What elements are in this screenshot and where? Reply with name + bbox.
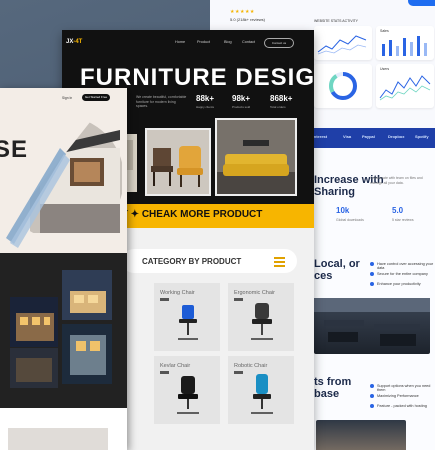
bullet-text: Support options when you need them: [377, 384, 431, 392]
nav-contact[interactable]: Contact: [242, 40, 255, 44]
footer-photo: [8, 428, 108, 450]
hero-description: We create beautiful, comfortable furnitu…: [136, 95, 187, 108]
architecture-footer: [0, 408, 127, 450]
architecture-page: Sign In Get Started Free SE: [0, 88, 127, 450]
section-heading: Sharing: [314, 186, 355, 198]
stat-value: 5.0: [392, 206, 404, 215]
category-title: CATEGORY BY PRODUCT: [142, 257, 242, 266]
nav-blog[interactable]: Blog: [224, 40, 232, 44]
bullet-icon: [370, 404, 374, 408]
dashboard-screenshot: [316, 420, 406, 450]
section-desc: Collaborate with team on files and manag…: [370, 176, 423, 185]
bar: [403, 38, 406, 56]
bar: [396, 46, 399, 56]
bullet-text: Enhance your productivity: [377, 282, 421, 286]
hero-photo-chairs: [145, 128, 211, 196]
partner-logo: Spotify: [415, 134, 429, 139]
bullet-text: Have control over accessing your data: [377, 262, 434, 270]
bullet-icon: [370, 262, 374, 266]
stat-value: 10k: [336, 206, 350, 215]
bar: [417, 36, 420, 56]
nav-home[interactable]: Home: [175, 40, 185, 44]
product-card[interactable]: Kevlar Chair: [154, 356, 220, 424]
partner-logo: Dropbox: [388, 134, 405, 139]
line-chart: [317, 35, 367, 55]
rating-stars: ★★★★★: [230, 9, 255, 15]
product-card[interactable]: Ergonomic Chair: [228, 283, 294, 351]
office-photo: [314, 298, 430, 354]
bullet-icon: [370, 384, 374, 388]
stat-label: Happy clients: [196, 105, 215, 109]
bar: [424, 43, 427, 56]
rating-label: 5.0 (218k+ reviews): [230, 17, 266, 22]
bullet-icon: [370, 282, 374, 286]
bullet-icon: [370, 272, 374, 276]
gallery-photos: [10, 270, 112, 388]
chart-card-area: Users: [376, 64, 434, 108]
product-card[interactable]: Robotic Chair: [228, 356, 294, 424]
cta-button[interactable]: [408, 0, 435, 6]
card-title: Sales: [380, 29, 389, 33]
architecture-hero: Sign In Get Started Free SE: [0, 88, 127, 253]
stat-value: 868k+: [270, 94, 293, 103]
section-heading: ces: [314, 270, 333, 282]
bullet-icon: [370, 394, 374, 398]
stat-label: Products sold: [232, 105, 251, 109]
chart-card-donut: [314, 64, 372, 108]
partner-logo: Visa: [343, 134, 352, 139]
card-title: Users: [380, 67, 390, 71]
bullet-text: Maximizing Performance: [377, 394, 419, 398]
bar: [389, 40, 392, 56]
stat-label: 5 star reviews: [392, 218, 414, 222]
category-header: CATEGORY BY PRODUCT: [122, 249, 297, 273]
stat-label: Global downloads: [336, 218, 364, 222]
bullet-text: Feature - packed with hosting: [377, 404, 427, 408]
bullet-text: Secure for the entire company: [377, 272, 428, 276]
hero-photo-sofa: [215, 118, 297, 196]
nav-product[interactable]: Product: [197, 40, 210, 44]
stats-label: WEBSITE STATS ACTIVITY: [314, 19, 359, 23]
chart-card-line: [314, 26, 372, 60]
architecture-gallery: [0, 253, 127, 408]
house-photo-circle: [6, 116, 122, 248]
section-heading: base: [314, 388, 340, 400]
chart-card-bars: Sales: [376, 26, 434, 60]
stat-value: 98k+: [232, 94, 251, 103]
product-card[interactable]: Working Chair: [154, 283, 220, 351]
bar: [410, 42, 413, 56]
stat-label: Total orders: [270, 105, 286, 109]
bar: [382, 44, 385, 56]
brand-logo[interactable]: JX-4T: [66, 39, 82, 45]
stat-value: 88k+: [196, 94, 215, 103]
donut-chart: [329, 72, 357, 100]
partner-logo: Paypal: [362, 134, 375, 139]
contact-button[interactable]: Contact us: [264, 38, 294, 48]
